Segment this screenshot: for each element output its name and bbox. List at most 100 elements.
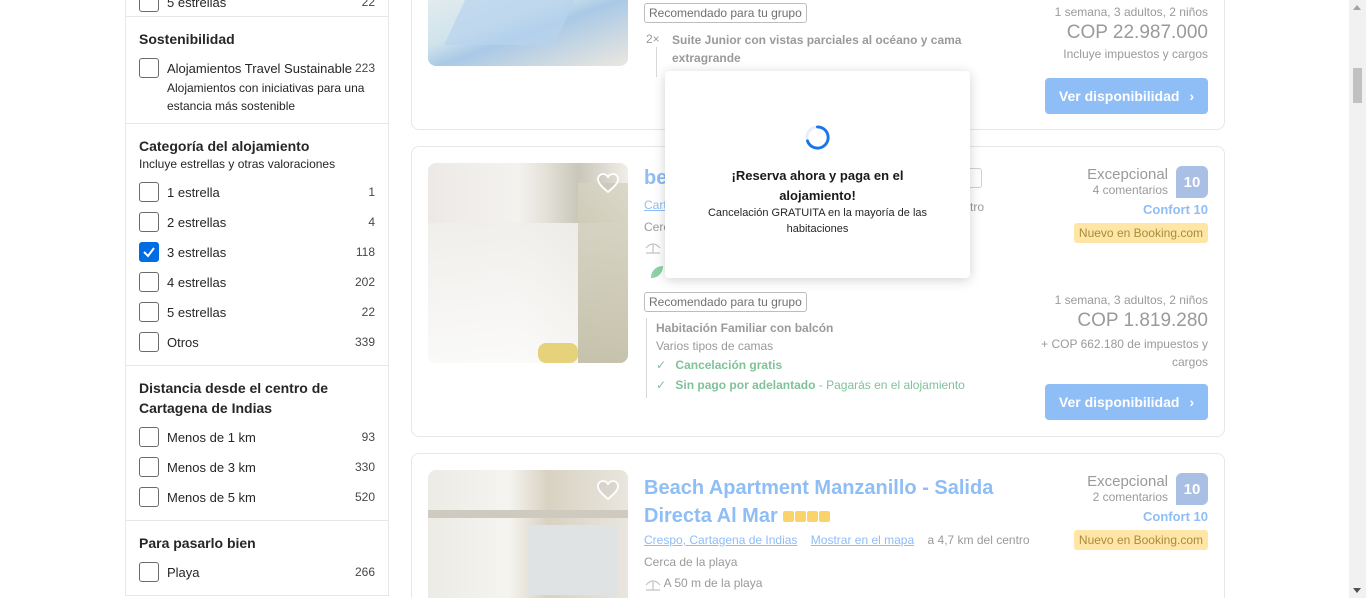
location-row: Crespo, Cartagena de Indias Mostrar en e…	[644, 533, 1030, 547]
recommended-tag: Recomendado para tu grupo	[644, 3, 807, 23]
see-availability-button[interactable]: Ver disponibilidad ›	[1045, 384, 1208, 420]
filter-count: 22	[361, 0, 375, 9]
taxes-note: Incluye impuestos y cargos	[1063, 47, 1208, 61]
filter-label: Alojamientos Travel Sustainable	[167, 60, 352, 76]
filter-count: 1	[368, 185, 375, 199]
filter-label: Menos de 1 km	[167, 429, 256, 445]
recommended-tag: Recomendado para tu grupo	[644, 292, 807, 312]
price: COP 1.819.280	[1077, 310, 1208, 331]
checkbox[interactable]	[139, 272, 159, 292]
filter-option[interactable]: 5 estrellas 22	[139, 0, 375, 14]
filter-section-title: Para pasarlo bien	[139, 535, 256, 551]
divider	[646, 318, 647, 398]
button-label: Ver disponibilidad	[1058, 394, 1180, 410]
checkbox[interactable]	[139, 58, 159, 78]
chevron-right-icon: ›	[1189, 394, 1195, 410]
comfort-score: Confort 10	[1143, 509, 1208, 524]
filter-option[interactable]: 3 estrellas 118	[139, 237, 375, 267]
star-rating-icon	[783, 511, 831, 523]
filter-count: 266	[354, 565, 375, 579]
room-quantity: 2×	[646, 32, 660, 46]
property-photo[interactable]	[428, 163, 628, 363]
filter-count: 22	[361, 305, 375, 319]
filter-count: 118	[355, 245, 375, 259]
checkbox[interactable]	[139, 457, 159, 477]
filter-count: 202	[354, 275, 375, 289]
filter-label: 2 estrellas	[167, 214, 227, 230]
distance-text: a 4,7 km del centro	[927, 533, 1030, 547]
checkbox[interactable]	[139, 332, 159, 352]
new-badge: Nuevo en Booking.com	[1073, 223, 1208, 243]
filter-count: 520	[354, 490, 375, 504]
beach-text: A 50 m de la playa	[663, 576, 763, 590]
new-badge: Nuevo en Booking.com	[1073, 530, 1208, 550]
filter-option[interactable]: Playa 266	[139, 557, 375, 587]
filter-option[interactable]: 1 estrella 1	[139, 177, 375, 207]
filter-option[interactable]: Menos de 5 km 520	[139, 482, 375, 512]
review-score: 10	[1176, 166, 1208, 198]
stay-details: 1 semana, 3 adultos, 2 niños	[1054, 293, 1208, 307]
review-block[interactable]: Excepcional 2 comentarios 10 Confort 10 …	[1073, 473, 1208, 550]
filter-description: Alojamientos con iniciativas para una es…	[167, 81, 365, 113]
filter-option[interactable]: Menos de 1 km 93	[139, 422, 375, 452]
button-label: Ver disponibilidad	[1058, 88, 1180, 104]
filter-count: 4	[368, 215, 375, 229]
stay-details: 1 semana, 3 adultos, 2 niños	[1054, 5, 1208, 19]
filter-section-distance: Distancia desde el centro de Cartagena d…	[126, 366, 388, 521]
property-photo[interactable]	[428, 0, 628, 66]
leaf-icon	[649, 264, 665, 283]
filter-label: Otros	[167, 334, 199, 350]
checked-checkbox[interactable]	[139, 242, 159, 262]
location-link[interactable]: Cart	[644, 198, 667, 212]
comfort-score: Confort 10	[1143, 202, 1208, 217]
beach-distance: A 50 m de la playa	[645, 576, 762, 591]
checkbox[interactable]	[139, 212, 159, 232]
review-count: 2 comentarios	[1092, 490, 1168, 504]
filter-label: Playa	[167, 564, 200, 580]
checkmark-icon	[143, 247, 155, 258]
checkbox[interactable]	[139, 487, 159, 507]
tag-edge	[970, 168, 982, 188]
filter-section-title: Sostenibilidad	[139, 31, 235, 47]
checkbox[interactable]	[139, 302, 159, 322]
filter-option[interactable]: Menos de 3 km 330	[139, 452, 375, 482]
no-prepayment: ✓ Sin pago por adelantado - Pagarás en e…	[656, 378, 965, 392]
pay-at-property-dialog: ¡Reserva ahora y paga en el alojamiento!…	[665, 71, 970, 278]
checkbox[interactable]	[139, 182, 159, 202]
filter-section-category: Categoría del alojamiento Incluye estrel…	[126, 124, 388, 366]
filters-sidebar: 5 estrellas 22 Sostenibilidad Alojamient…	[125, 0, 389, 596]
property-title[interactable]: be	[644, 167, 667, 190]
beach-icon	[645, 240, 661, 257]
filter-section-fun: Para pasarlo bien Playa 266	[126, 521, 388, 595]
review-score: 10	[1176, 473, 1208, 505]
see-availability-button[interactable]: Ver disponibilidad ›	[1045, 78, 1208, 114]
page-scrollbar[interactable]	[1349, 0, 1366, 598]
review-block[interactable]: Excepcional 4 comentarios 10 Confort 10 …	[1073, 166, 1208, 243]
scroll-down-arrow-icon[interactable]	[1353, 588, 1361, 593]
room-name: Suite Junior con vistas parciales al océ…	[672, 33, 962, 65]
filter-option[interactable]: 2 estrellas 4	[139, 207, 375, 237]
property-title[interactable]: Beach Apartment Manzanillo - Salida Dire…	[644, 474, 1024, 530]
scrollbar-thumb[interactable]	[1353, 68, 1362, 103]
filter-option[interactable]: 5 estrellas 22	[139, 297, 375, 327]
filter-option[interactable]: 4 estrellas 202	[139, 267, 375, 297]
show-on-map-link[interactable]: Mostrar en el mapa	[811, 533, 914, 547]
filter-count: 93	[361, 430, 375, 444]
review-count: 4 comentarios	[1092, 183, 1168, 197]
filter-option[interactable]: Otros 339	[139, 327, 375, 357]
property-photo[interactable]	[428, 470, 628, 598]
checkbox[interactable]	[139, 427, 159, 447]
perk-detail: - Pagarás en el alojamiento	[815, 378, 965, 392]
heart-icon[interactable]	[596, 478, 620, 502]
scroll-up-arrow-icon[interactable]	[1353, 5, 1361, 10]
dialog-title: ¡Reserva ahora y paga en el alojamiento!	[731, 168, 904, 203]
checkbox[interactable]	[139, 562, 159, 582]
filter-label: 4 estrellas	[167, 274, 227, 290]
filter-label: 3 estrellas	[167, 244, 227, 260]
checkbox[interactable]	[139, 0, 159, 12]
location-link[interactable]: Crespo, Cartagena de Indias	[644, 533, 797, 547]
bed-types: Varios tipos de camas	[656, 339, 774, 353]
review-word: Excepcional	[1087, 166, 1168, 183]
filter-label: 5 estrellas	[167, 304, 227, 320]
heart-icon[interactable]	[596, 171, 620, 195]
